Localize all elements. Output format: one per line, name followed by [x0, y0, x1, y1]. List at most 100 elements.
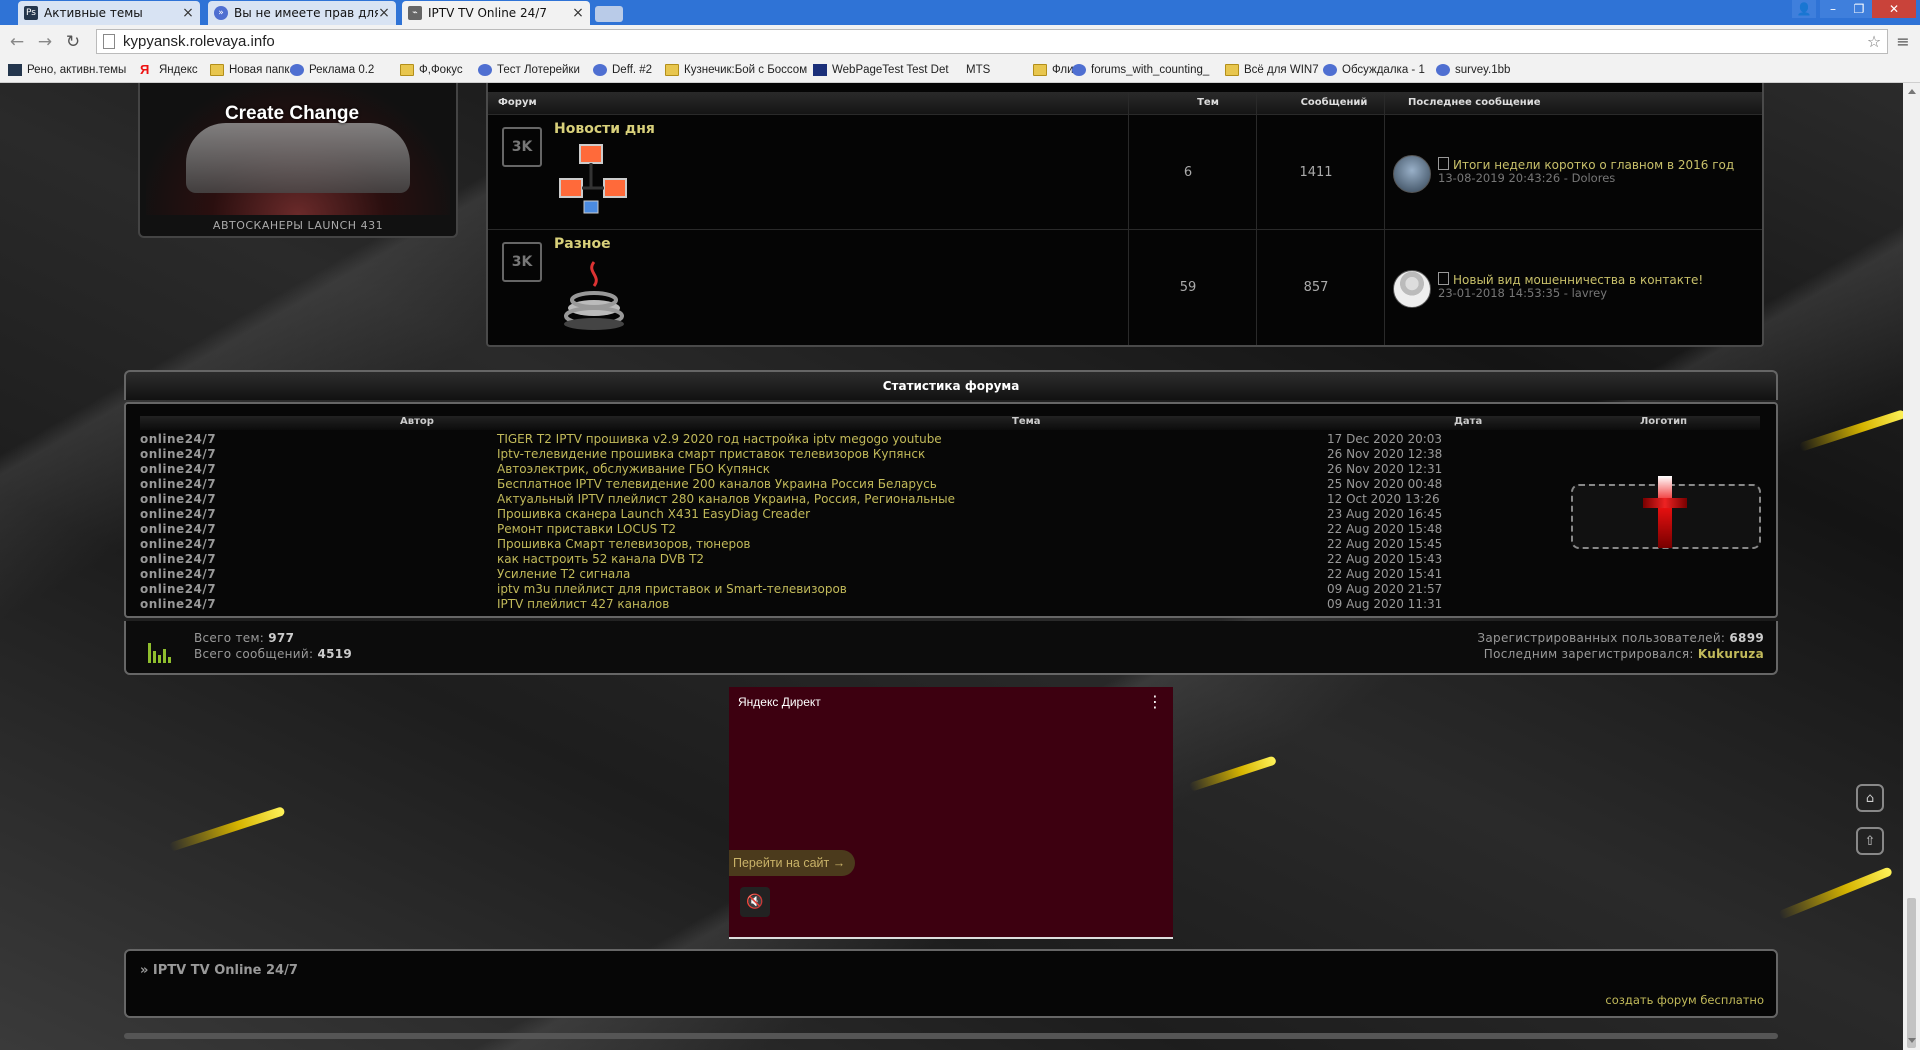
bookmark-item[interactable]: Новая папка — [210, 62, 296, 78]
bookmark-label: survey.1bb — [1455, 64, 1511, 76]
topic-link[interactable]: Актуальный IPTV плейлист 280 каналов Укр… — [497, 492, 955, 506]
forum-status-icon: 3K — [502, 242, 542, 282]
create-forum-link[interactable]: создать форум бесплатно — [1605, 993, 1764, 1007]
stats-row: online24/7 Актуальный IPTV плейлист 280 к… — [140, 492, 1540, 507]
bookmark-label: Яндекс — [159, 64, 198, 76]
footer-title[interactable]: » IPTV TV Online 24/7 — [140, 963, 298, 978]
topic-link[interactable]: Прошивка Смарт телевизоров, тюнеров — [497, 537, 751, 551]
bookmark-item[interactable]: WebPageTest Test Det — [813, 62, 949, 78]
author-name: online24/7 — [140, 522, 217, 536]
header-logo: Логотип — [1640, 416, 1687, 427]
tab-no-access[interactable]: » Вы не имеете прав для дос × — [208, 1, 396, 25]
topic-link[interactable]: Ремонт приставки LOCUS T2 — [497, 522, 676, 536]
bookmark-item[interactable]: Я Яндекс — [140, 62, 198, 78]
bookmark-item[interactable]: Фли — [1033, 62, 1074, 78]
folder-icon — [400, 64, 414, 76]
ya-icon: Я — [140, 62, 150, 77]
stats-totals: Всего тем: 977 Всего сообщений: 4519 Зар… — [124, 621, 1778, 675]
bookmark-label: Новая папка — [229, 64, 297, 76]
bookmark-item[interactable]: Всё для WIN7 — [1225, 62, 1319, 78]
post-date: 22 Aug 2020 15:48 — [1327, 522, 1443, 536]
yandex-ad[interactable]: Яндекс Директ ⋮ Перейти на сайт → 🔇 — [729, 687, 1173, 939]
bookmark-item[interactable]: Рено, активн.темы — [8, 62, 126, 78]
bookmark-item[interactable]: Реклама 0.2 — [290, 62, 374, 78]
post-date: 23 Aug 2020 16:45 — [1327, 507, 1443, 521]
kebab-menu-icon[interactable]: ⋮ — [1147, 692, 1163, 711]
header-date: Дата — [1454, 416, 1483, 427]
bookmark-item[interactable]: Тест Лотерейки — [478, 62, 580, 78]
scroll-up-icon[interactable] — [1908, 89, 1916, 94]
bookmark-label: Тест Лотерейки — [497, 64, 580, 76]
tab-iptv[interactable]: ⌁ IPTV TV Online 24/7 × — [402, 1, 590, 25]
author-name: online24/7 — [140, 477, 217, 491]
topic-link[interactable]: Iptv-телевидение прошивка смарт приставо… — [497, 447, 925, 461]
page-scrollbar[interactable] — [1903, 83, 1920, 1050]
last-post-link[interactable]: Итоги недели коротко о главном в 2016 го… — [1438, 157, 1734, 172]
forward-icon[interactable]: → — [34, 31, 56, 53]
bookmark-label: Обсуждалка - 1 — [1342, 64, 1425, 76]
stats-row: online24/7 как настроить 52 канала DVB T2… — [140, 552, 1540, 567]
scroll-down-icon[interactable] — [1908, 1038, 1916, 1043]
bookmark-item[interactable]: Обсуждалка - 1 — [1323, 62, 1425, 78]
bookmark-label: Фли — [1052, 64, 1074, 76]
promo-caption: Create Change — [224, 103, 360, 124]
stats-row: online24/7 Прошивка сканера Launch X431 E… — [140, 507, 1540, 522]
total-users-label: Зарегистрированных пользователей: — [1477, 631, 1726, 645]
topics-count: 6 — [1183, 165, 1193, 180]
scrollbar-thumb[interactable] — [1907, 898, 1916, 1048]
bookmark-item[interactable]: Кузнечик:Бой с Боссом — [665, 62, 807, 78]
topic-link[interactable]: Прошивка сканера Launch X431 EasyDiag Cr… — [497, 507, 810, 521]
topic-link[interactable]: IPTV плейлист 427 каналов — [497, 597, 669, 611]
wpt-icon — [813, 64, 827, 76]
forum-logo[interactable] — [1571, 476, 1761, 549]
tab-active-topics[interactable]: Ps Активные темы × — [18, 1, 200, 25]
satellite-icon: ⌁ — [408, 6, 422, 20]
bookmark-item[interactable]: survey.1bb — [1436, 62, 1510, 78]
post-date: 25 Nov 2020 00:48 — [1327, 477, 1443, 491]
ad-cta-button[interactable]: Перейти на сайт → — [729, 850, 856, 876]
total-users-value: 6899 — [1729, 631, 1764, 645]
bookmark-star-icon[interactable]: ☆ — [1861, 32, 1887, 51]
topic-link[interactable]: Усиление Т2 сигнала — [497, 567, 630, 581]
total-posts: Всего сообщений: 4519 — [194, 647, 352, 661]
address-bar[interactable]: ☆ — [96, 29, 1888, 54]
bookmark-item[interactable]: MTS — [966, 62, 990, 157]
tab-title: Вы не имеете прав для дос — [234, 6, 378, 20]
restore-button[interactable]: ❐ — [1846, 0, 1872, 18]
close-icon[interactable]: × — [572, 5, 584, 21]
menu-icon[interactable]: ≡ — [1893, 32, 1913, 52]
close-icon[interactable]: × — [378, 5, 390, 21]
back-icon[interactable]: ← — [6, 31, 28, 53]
new-tab-button[interactable] — [595, 6, 623, 22]
scroll-top-icon[interactable]: ⇧ — [1856, 827, 1884, 855]
bookmark-item[interactable]: forums_with_counting_ — [1072, 62, 1209, 78]
forum-link-news[interactable]: Новости дня — [554, 121, 655, 137]
forum-link-misc[interactable]: Разное — [554, 236, 611, 252]
url-input[interactable] — [121, 32, 1861, 51]
avatar[interactable] — [1393, 155, 1431, 193]
bookmark-item[interactable]: Ф,Фокус — [400, 62, 463, 78]
stats-row: online24/7 iptv m3u плейлист для приставо… — [140, 582, 1540, 597]
reload-icon[interactable]: ↻ — [62, 31, 84, 53]
last-registered-user-link[interactable]: Kukuruza — [1698, 647, 1764, 661]
promo-widget[interactable]: Create Change АВТОСКАНЕРЫ LAUNCH 431 — [138, 83, 458, 238]
close-icon[interactable]: × — [182, 5, 194, 21]
bookmark-item[interactable]: Deff. #2 — [593, 62, 652, 78]
topic-link[interactable]: Автоэлектрик, обслуживание ГБО Купянск — [497, 462, 770, 476]
topic-link[interactable]: как настроить 52 канала DVB T2 — [497, 552, 704, 566]
minimize-button[interactable]: – — [1820, 0, 1846, 18]
forum-row: 3K Новости дня 6 1411 Итоги недели корот… — [488, 114, 1762, 230]
last-post-link[interactable]: Новый вид мошенничества в контакте! — [1438, 272, 1703, 287]
home-icon[interactable]: ⌂ — [1856, 784, 1884, 812]
topic-link[interactable]: TIGER T2 IPTV прошивка v2.9 2020 год нас… — [497, 432, 942, 446]
bookmark-label: Кузнечик:Бой с Боссом — [684, 64, 808, 76]
topic-link[interactable]: iptv m3u плейлист для приставок и Smart-… — [497, 582, 847, 596]
total-topics: Всего тем: 977 — [194, 631, 294, 645]
avatar[interactable] — [1393, 270, 1431, 308]
mute-icon[interactable]: 🔇 — [740, 887, 770, 917]
author-name: online24/7 — [140, 582, 217, 596]
profile-icon[interactable]: 👤 — [1792, 0, 1816, 18]
stats-bars-icon — [148, 643, 172, 663]
close-window-button[interactable]: ✕ — [1872, 0, 1916, 18]
topic-link[interactable]: Бесплатное IPTV телевидение 200 каналов … — [497, 477, 937, 491]
